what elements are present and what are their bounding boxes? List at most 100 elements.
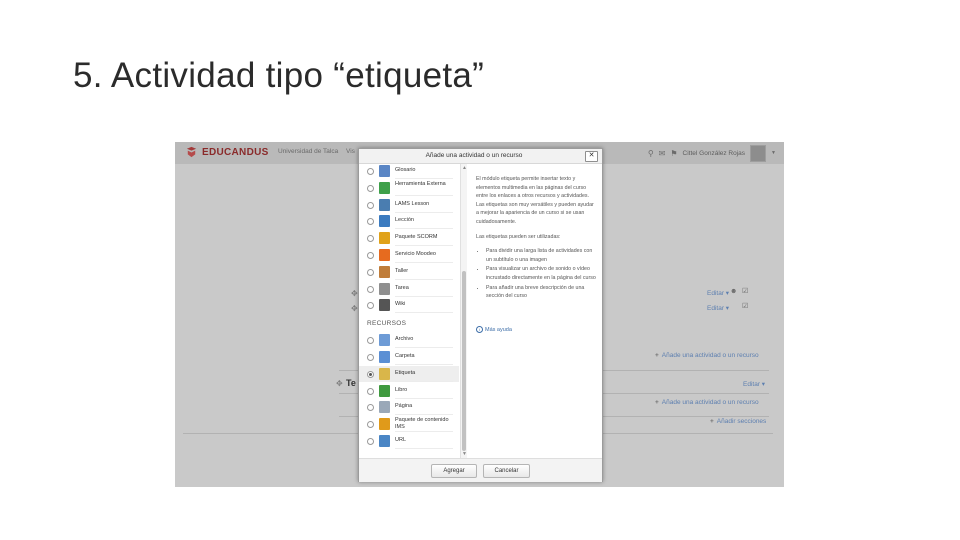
chevron-down-icon[interactable]: ▼	[771, 151, 776, 156]
radio-button[interactable]	[367, 201, 374, 209]
search-icon[interactable]: ⚲	[648, 149, 654, 158]
scroll-down-icon[interactable]: ▼	[462, 451, 467, 457]
option-url[interactable]: URL	[359, 433, 459, 449]
glossary-icon	[379, 165, 390, 177]
option-etiqueta[interactable]: Etiqueta	[359, 365, 459, 382]
user-name[interactable]: Cittel González Rojas	[683, 150, 746, 157]
more-help-label: Más ayuda	[485, 326, 512, 333]
avatar[interactable]	[750, 145, 767, 162]
divider	[395, 448, 453, 449]
scrollbar[interactable]: ▲ ▼	[460, 164, 467, 458]
radio-button[interactable]	[367, 404, 374, 412]
assignment-icon	[379, 282, 390, 295]
educandus-logo-icon	[186, 146, 197, 158]
user-role-icon[interactable]: ☻	[730, 288, 737, 295]
option-label: Wiki	[395, 301, 406, 308]
option-label: Herramienta Externa	[395, 180, 446, 187]
nav-link-university[interactable]: Universidad de Talca	[278, 148, 338, 155]
option-tarea[interactable]: Tarea	[359, 281, 459, 297]
radio-button[interactable]	[367, 370, 374, 378]
add-activity-label: Añade una actividad o un recurso	[661, 399, 759, 406]
url-icon	[379, 435, 390, 447]
ims-icon	[379, 418, 390, 431]
list-item: Para visualizar un archivo de sonido o v…	[486, 265, 598, 282]
option-herramienta-externa[interactable]: Herramienta Externa	[359, 180, 459, 196]
plus-icon: +	[655, 399, 659, 406]
option-página[interactable]: Página	[359, 399, 459, 416]
option-label: Paquete de contenido IMS	[395, 417, 449, 431]
chat-icon[interactable]: ✉	[659, 149, 666, 158]
option-label: Servicio Moodeo	[395, 251, 436, 257]
brand-name: EDUCANDUS	[202, 147, 269, 158]
checkbox-icon[interactable]: ☑	[742, 303, 748, 310]
option-paquete-de-contenido-ims[interactable]: Paquete de contenido IMS	[359, 416, 459, 433]
add-activity-label: Añade una actividad o un recurso	[661, 352, 759, 359]
add-section-link[interactable]: + Añadir secciones	[710, 418, 766, 425]
option-label: Carpeta	[395, 353, 415, 359]
option-label: Paquete SCORM	[395, 234, 438, 241]
description-intro: El módulo etiqueta permite insertar text…	[476, 176, 594, 225]
scroll-up-icon[interactable]: ▲	[462, 165, 467, 171]
radio-button[interactable]	[367, 421, 374, 429]
move-icon[interactable]: ✥	[351, 289, 358, 298]
edit-link[interactable]: Editar ▾	[707, 304, 729, 312]
checkbox-icon[interactable]: ☑	[742, 288, 748, 295]
lesson-icon	[379, 215, 390, 228]
radio-button[interactable]	[367, 184, 374, 192]
radio-button[interactable]	[367, 168, 374, 175]
option-paquete-scorm[interactable]: Paquete SCORM	[359, 230, 459, 247]
more-help-link[interactable]: i Más ayuda	[476, 326, 512, 333]
close-button[interactable]: ✕	[585, 151, 598, 162]
workshop-icon	[379, 265, 390, 278]
info-icon: i	[476, 326, 483, 333]
option-label: Lección	[395, 217, 414, 224]
lams-icon	[379, 198, 390, 211]
radio-button[interactable]	[367, 438, 374, 445]
folder-icon	[379, 351, 390, 363]
radio-button[interactable]	[367, 337, 374, 345]
page-icon	[379, 401, 390, 414]
plus-icon: +	[655, 352, 659, 359]
radio-button[interactable]	[367, 268, 374, 276]
brand[interactable]: EDUCANDUS	[185, 146, 269, 159]
section-edit-link[interactable]: Editar ▾	[743, 380, 765, 388]
option-lección[interactable]: Lección	[359, 213, 459, 230]
move-icon[interactable]: ✥	[351, 304, 358, 313]
option-archivo[interactable]: Archivo	[359, 332, 459, 349]
add-activity-link[interactable]: + Añade una actividad o un recurso	[655, 399, 759, 406]
dialog-title: Añade una actividad o un recurso	[425, 152, 523, 159]
radio-button[interactable]	[367, 387, 374, 395]
radio-button[interactable]	[367, 252, 374, 259]
edit-link[interactable]: Editar ▾	[707, 289, 729, 297]
radio-button[interactable]	[367, 235, 374, 243]
screenshot-frame: EDUCANDUS Universidad de Talca Vis ⚲ ✉ ⚑…	[175, 142, 784, 487]
resources-heading: RECURSOS	[367, 320, 407, 328]
module-description: El módulo etiqueta permite insertar text…	[476, 175, 598, 302]
move-icon[interactable]: ✥	[336, 379, 343, 388]
dialog-footer: Agregar Cancelar	[359, 458, 602, 482]
option-libro[interactable]: Libro	[359, 383, 459, 399]
option-wiki[interactable]: Wiki	[359, 297, 459, 314]
option-glosario[interactable]: Glosario	[359, 164, 459, 179]
radio-button[interactable]	[367, 302, 374, 310]
nav-link-vis[interactable]: Vis	[346, 148, 355, 155]
option-label: Taller	[395, 267, 409, 274]
radio-button[interactable]	[367, 218, 374, 226]
scrollbar-thumb[interactable]	[462, 271, 466, 451]
cancel-button[interactable]: Cancelar	[483, 464, 530, 478]
slide-title: 5. Actividad tipo “etiqueta”	[73, 56, 485, 95]
option-servicio-moodeo[interactable]: Servicio Moodeo	[359, 247, 459, 263]
radio-button[interactable]	[367, 285, 374, 293]
bookmark-icon[interactable]: ⚑	[670, 149, 677, 158]
option-label: Glosario	[395, 167, 416, 173]
option-taller[interactable]: Taller	[359, 264, 459, 280]
activity-chooser-dialog: Añade una actividad o un recurso ✕ Glosa…	[358, 148, 603, 482]
add-activity-link[interactable]: + Añade una actividad o un recurso	[655, 352, 759, 359]
activity-options-list[interactable]: Glosario Herramienta Externa LAMS Lesson Le…	[359, 164, 461, 458]
add-button[interactable]: Agregar	[431, 464, 477, 478]
option-label: Libro	[395, 386, 408, 393]
option-label: LAMS Lesson	[395, 200, 430, 207]
option-carpeta[interactable]: Carpeta	[359, 349, 459, 365]
radio-button[interactable]	[367, 354, 374, 361]
option-lams-lesson[interactable]: LAMS Lesson	[359, 197, 459, 213]
